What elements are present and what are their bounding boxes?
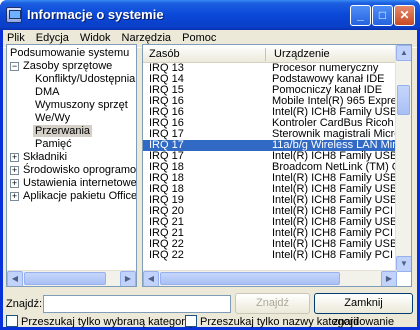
tree-item-skladniki[interactable]: + Składniki	[10, 151, 67, 164]
table-row[interactable]: IRQ 19Intel(R) ICH8 Family USB Univers	[143, 195, 411, 206]
find-bar: Znajdź: Znajdź Zamknij znajdowanie Przes…	[3, 292, 417, 328]
tree-item-wewy[interactable]: We/Wy	[35, 112, 70, 125]
tree-item-dma[interactable]: DMA	[35, 86, 59, 99]
expand-icon[interactable]: +	[10, 153, 19, 162]
tree-item-office[interactable]: + Aplikacje pakietu Office 2003	[10, 190, 136, 203]
close-find-button[interactable]: Zamknij znajdowanie	[314, 293, 413, 328]
tree-item-zasoby[interactable]: − Zasoby sprzętowe	[10, 60, 112, 73]
window-title: Informacje o systemie	[27, 7, 164, 22]
table-row[interactable]: IRQ 21Intel(R) ICH8 Family USB Univers	[143, 217, 411, 228]
table-row[interactable]: IRQ 16Intel(R) ICH8 Family USB Univers	[143, 107, 411, 118]
tree-item-konflikty[interactable]: Konflikty/Udostępnianie	[35, 73, 136, 86]
scroll-thumb[interactable]	[397, 85, 410, 115]
table-row[interactable]: IRQ 18Broadcom NetLink (TM) Gigabit E	[143, 162, 411, 173]
table-row[interactable]: IRQ 14 Podstawowy kanał IDE	[143, 74, 411, 85]
category-tree[interactable]: Podsumowanie systemu − Zasoby sprzętowe …	[6, 44, 137, 287]
expand-icon[interactable]: +	[10, 179, 19, 188]
table-row[interactable]: IRQ 17Intel(R) ICH8 Family USB Univers	[143, 151, 411, 162]
list-vertical-scrollbar[interactable]: ▲ ▼	[395, 45, 411, 272]
search-selected-category-checkbox[interactable]: Przeszukaj tylko wybraną kategorię	[6, 315, 193, 328]
table-row[interactable]: IRQ 18Intel(R) ICH8 Family USB2 Enhar	[143, 184, 411, 195]
scroll-down-icon[interactable]: ▼	[396, 256, 411, 272]
list-horizontal-scrollbar[interactable]: ◀ ▶	[143, 270, 397, 286]
tree-item-pamiec[interactable]: Pamięć	[35, 138, 72, 151]
find-button[interactable]: Znajdź	[235, 293, 310, 314]
table-row-selected[interactable]: IRQ 1711a/b/g Wireless LAN Mini PCI E	[143, 140, 411, 151]
find-label: Znajdź:	[6, 298, 43, 310]
scroll-right-icon[interactable]: ▶	[120, 271, 136, 286]
table-row[interactable]: IRQ 22Intel(R) ICH8 Family USB2 Enhar	[143, 239, 411, 250]
scroll-thumb[interactable]	[160, 272, 340, 285]
client-area: Plik Edycja Widok Narzędzia Pomoc Podsum…	[3, 30, 417, 328]
close-button[interactable]: ✕	[394, 5, 415, 26]
search-category-names-checkbox[interactable]: Przeszukaj tylko nazwy kategorii	[185, 315, 358, 328]
tree-item-ustawienia[interactable]: + Ustawienia internetowe	[10, 177, 136, 190]
column-divider[interactable]	[265, 48, 266, 61]
collapse-icon[interactable]: −	[10, 62, 19, 71]
tree-item-podsumowanie[interactable]: Podsumowanie systemu	[10, 47, 129, 60]
system-info-icon	[6, 7, 22, 23]
tree-item-wymuszony[interactable]: Wymuszony sprzęt	[35, 99, 128, 112]
scroll-right-icon[interactable]: ▶	[381, 271, 397, 286]
expand-icon[interactable]: +	[10, 166, 19, 175]
column-urzadzenie[interactable]: Urządzenie	[274, 48, 330, 60]
scroll-up-icon[interactable]: ▲	[396, 45, 411, 61]
scroll-left-icon[interactable]: ◀	[7, 271, 23, 286]
table-row[interactable]: IRQ 18Intel(R) ICH8 Family USB Univers	[143, 173, 411, 184]
title-bar[interactable]: Informacje o systemie _ □ ✕	[0, 0, 420, 30]
table-row[interactable]: IRQ 20Intel(R) ICH8 Family PCI Express	[143, 206, 411, 217]
checkbox-icon[interactable]	[6, 315, 18, 327]
details-list[interactable]: Zasób Urządzenie IRQ 13 Procesor numerycz…	[142, 44, 412, 287]
system-info-window: Informacje o systemie _ □ ✕ Plik Edycja …	[0, 0, 420, 330]
expand-icon[interactable]: +	[10, 192, 19, 201]
table-row[interactable]: IRQ 16Kontroler CardBus Ricoh R/RL/5	[143, 118, 411, 129]
find-input[interactable]	[43, 295, 231, 313]
scroll-thumb[interactable]	[24, 272, 106, 285]
table-row[interactable]: IRQ 21Intel(R) ICH8 Family PCI Express	[143, 228, 411, 239]
tree-item-przerwania[interactable]: Przerwania	[33, 125, 93, 138]
table-row[interactable]: IRQ 16Mobile Intel(R) 965 Express Chips	[143, 96, 411, 107]
table-row[interactable]: IRQ 15 Pomocniczy kanał IDE	[143, 85, 411, 96]
checkbox-icon[interactable]	[185, 315, 197, 327]
table-row[interactable]: IRQ 22Intel(R) ICH8 Family PCI Express	[143, 250, 411, 261]
minimize-button[interactable]: _	[350, 5, 371, 26]
tree-horizontal-scrollbar[interactable]: ◀ ▶	[7, 270, 136, 286]
tree-item-srodowisko[interactable]: + Środowisko oprogramowania	[10, 164, 136, 177]
column-zasob[interactable]: Zasób	[149, 48, 180, 60]
list-header: Zasób Urządzenie	[143, 45, 411, 63]
maximize-button[interactable]: □	[372, 5, 393, 26]
table-row[interactable]: IRQ 13 Procesor numeryczny	[143, 63, 411, 74]
table-row[interactable]: IRQ 17Sterownik magistrali Microsoft UA	[143, 129, 411, 140]
scroll-left-icon[interactable]: ◀	[143, 271, 159, 286]
